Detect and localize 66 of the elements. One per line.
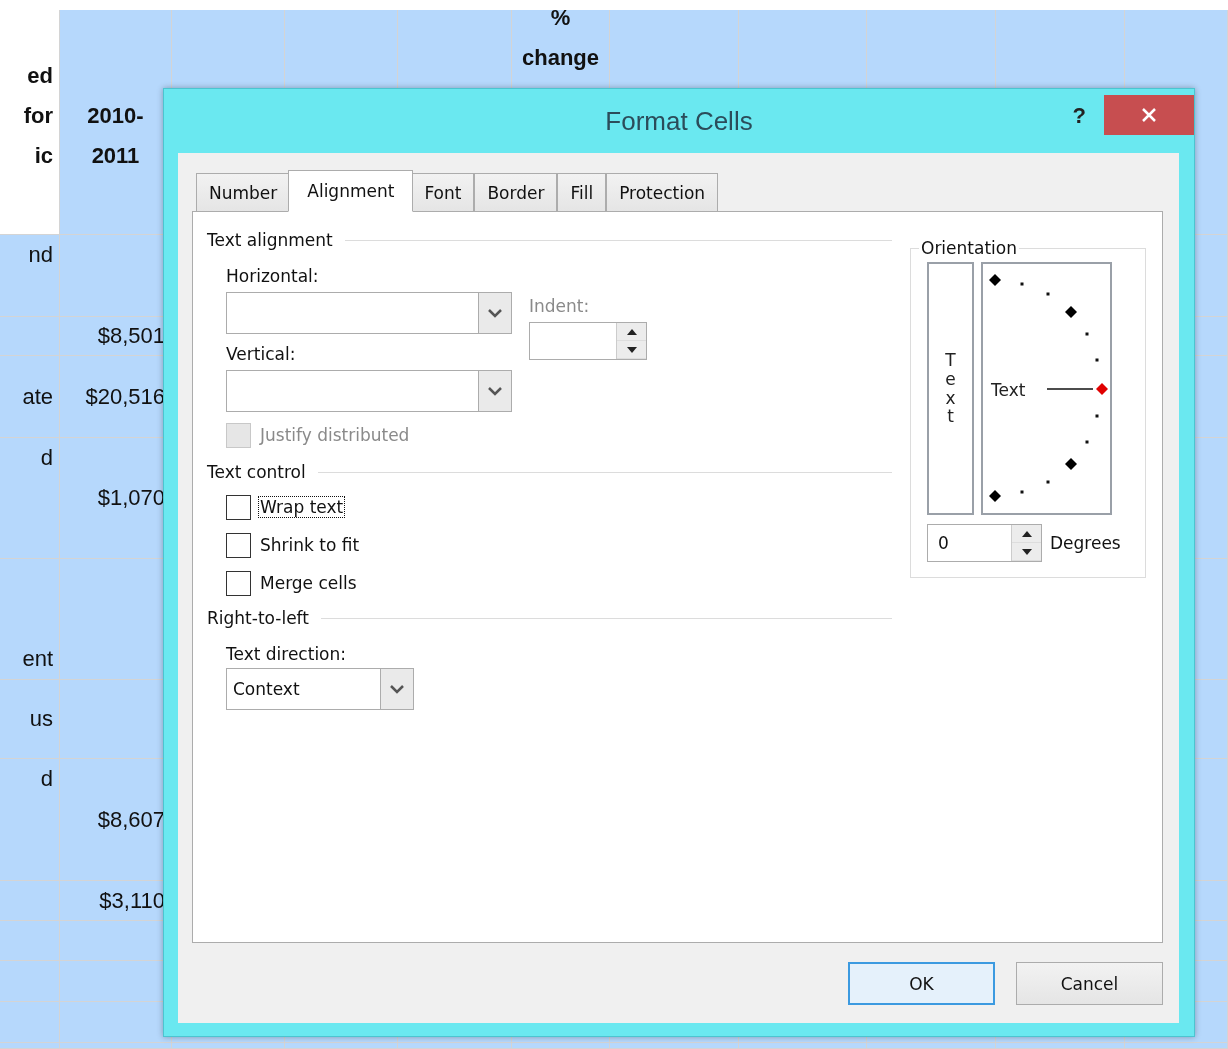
table-cell: ate <box>0 356 60 438</box>
tab[interactable]: Protection <box>606 173 719 212</box>
tab[interactable]: Border <box>474 173 558 212</box>
checkbox-label: Shrink to fit <box>259 535 361 555</box>
handle-icon <box>1096 383 1108 395</box>
chevron-down-icon <box>487 308 503 318</box>
down-arrow-icon <box>1021 548 1032 555</box>
table-cell <box>0 881 60 921</box>
tick-icon <box>1065 458 1077 470</box>
tab[interactable]: Alignment <box>288 170 414 212</box>
dialog-button[interactable]: OK <box>848 962 995 1005</box>
table-cell: us <box>0 680 60 759</box>
group-heading: Text alignment <box>207 230 333 250</box>
tick-icon <box>1020 282 1024 286</box>
checkbox-label: Wrap text <box>259 497 345 517</box>
group-heading: Text control <box>207 462 306 482</box>
down-arrow-icon <box>626 346 637 353</box>
tick-icon <box>1065 306 1077 318</box>
vertical-text-option[interactable]: Text <box>927 262 974 515</box>
help-button[interactable]: ? <box>1064 99 1094 133</box>
tick-icon <box>1095 358 1099 362</box>
field-label: Text direction: <box>226 644 347 664</box>
field-label: Horizontal: <box>226 266 319 286</box>
chevron-down-icon <box>389 684 405 694</box>
dial-text: Text <box>991 380 1026 400</box>
tick-icon <box>1046 292 1050 296</box>
angle-line <box>1046 388 1094 390</box>
field-label: Degrees <box>1050 533 1121 553</box>
field-label: Indent: <box>529 296 590 316</box>
field-label: Vertical: <box>226 344 296 364</box>
table-cell: ent <box>0 559 60 680</box>
checkbox-label: Merge cells <box>259 573 358 593</box>
chevron-down-icon <box>487 386 503 396</box>
group-heading: Orientation <box>920 238 1018 258</box>
tick-icon <box>1085 332 1089 336</box>
up-arrow-icon <box>1021 530 1032 537</box>
close-icon <box>1141 107 1157 123</box>
checkbox-label: Justify distributed <box>259 425 411 445</box>
tick-icon <box>1020 490 1024 494</box>
tab[interactable]: Fill <box>557 173 607 212</box>
horizontal-dropdown[interactable] <box>226 292 512 334</box>
column-header: ed for ic <box>0 10 60 235</box>
orientation-dial[interactable]: Text <box>981 262 1112 515</box>
checkbox[interactable] <box>226 532 251 558</box>
table-cell <box>0 1002 60 1043</box>
vertical-dropdown[interactable] <box>226 370 512 412</box>
group-heading: Right-to-left <box>207 608 309 628</box>
checkbox[interactable] <box>226 494 251 520</box>
table-cell: nd <box>0 235 60 317</box>
tab[interactable]: Font <box>411 173 475 212</box>
tick-icon <box>1085 440 1089 444</box>
indent-spinner[interactable] <box>529 322 647 360</box>
tick-icon <box>1095 414 1099 418</box>
tick-icon <box>1046 480 1050 484</box>
up-arrow-icon <box>626 328 637 335</box>
dialog-button[interactable]: Cancel <box>1016 962 1163 1005</box>
tab[interactable]: Number <box>196 173 291 212</box>
text-direction-dropdown[interactable]: Context <box>226 668 414 710</box>
table-cell: d <box>0 759 60 881</box>
tick-icon <box>989 490 1001 502</box>
checkbox[interactable] <box>226 570 251 596</box>
degrees-spinner[interactable]: 0 <box>927 524 1042 562</box>
table-cell: d <box>0 438 60 559</box>
tick-icon <box>989 274 1001 286</box>
close-button[interactable] <box>1104 95 1194 135</box>
table-cell <box>0 317 60 356</box>
